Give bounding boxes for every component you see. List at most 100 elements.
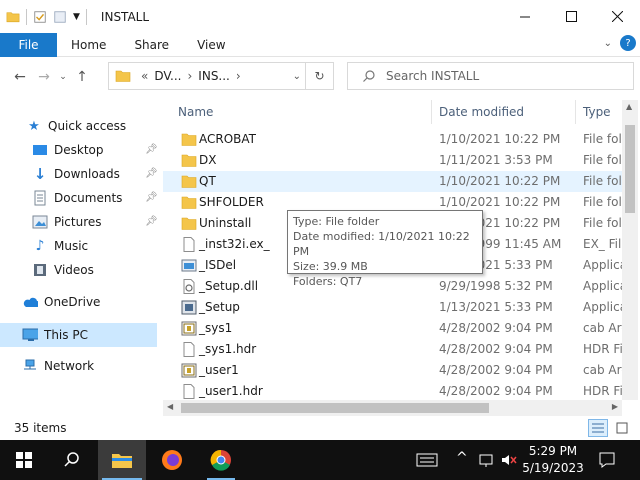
nav-label: Pictures (54, 215, 102, 229)
chrome-icon (210, 449, 231, 471)
ribbon-expand-icon[interactable]: ⌄ (604, 38, 612, 49)
network-tray-icon[interactable] (478, 452, 496, 468)
close-button[interactable] (594, 0, 640, 33)
file-explorer-taskbar-button[interactable] (98, 440, 146, 480)
breadcrumb-1[interactable]: DV... (154, 69, 181, 83)
clock-date: 5/19/2023 (522, 461, 584, 475)
column-header-name[interactable]: Name (178, 100, 213, 124)
volume-muted-icon[interactable] (500, 452, 518, 468)
details-view-icon (592, 423, 604, 433)
nav-item-videos[interactable]: Videos (32, 259, 94, 281)
chrome-taskbar-button[interactable] (197, 440, 245, 480)
tab-home[interactable]: Home (57, 38, 120, 52)
properties-icon[interactable] (33, 10, 47, 24)
vertical-scroll-thumb[interactable] (625, 125, 635, 213)
breadcrumb-2[interactable]: INS... (198, 69, 230, 83)
pin-icon[interactable]: 📌︎ (145, 168, 158, 179)
recent-locations-button[interactable]: ⌄ (56, 65, 70, 89)
cloud-icon (22, 294, 38, 310)
file-date: 1/11/2021 3:53 PM (439, 153, 553, 167)
breadcrumb-separator[interactable]: › (187, 69, 192, 83)
clock-time: 5:29 PM (528, 444, 578, 458)
tooltip-size: Size: 39.9 MB (293, 260, 368, 273)
nav-label: Quick access (48, 119, 127, 133)
details-view-button[interactable] (588, 419, 608, 437)
file-type: File folder (583, 153, 622, 167)
address-row: ← → ⌄ ↑ « DV... › INS... › ⌄ ↻ Search IN… (0, 58, 640, 96)
task-view-icon[interactable] (416, 452, 438, 468)
breadcrumb-separator[interactable]: › (236, 69, 241, 83)
file-date: 1/10/2021 10:22 PM (439, 195, 561, 209)
start-button[interactable] (0, 440, 48, 480)
search-icon (363, 70, 375, 82)
file-row[interactable]: _sys1 4/28/2002 9:04 PM cab Archive (163, 318, 622, 339)
maximize-button[interactable] (548, 0, 594, 33)
refresh-button[interactable]: ↻ (305, 63, 333, 89)
column-divider[interactable] (575, 100, 576, 124)
tab-view[interactable]: View (183, 38, 239, 52)
file-name: _Setup (199, 300, 240, 314)
file-name: Uninstall (199, 216, 252, 230)
nav-item-pictures[interactable]: Pictures (32, 211, 102, 233)
pin-icon[interactable]: 📌︎ (145, 144, 158, 155)
search-box[interactable]: Search INSTALL (347, 62, 634, 90)
new-folder-icon[interactable] (53, 10, 67, 24)
firefox-taskbar-button[interactable] (148, 440, 196, 480)
address-bar[interactable]: « DV... › INS... › ⌄ ↻ (108, 62, 334, 90)
music-note-icon: ♪ (35, 238, 45, 254)
search-taskbar-button[interactable] (48, 440, 96, 480)
pin-icon[interactable]: 📌︎ (145, 192, 158, 203)
horizontal-scroll-thumb[interactable] (181, 403, 489, 413)
file-row[interactable]: _user1.hdr 4/28/2002 9:04 PM HDR File (163, 381, 622, 400)
scroll-right-icon[interactable]: ▶ (612, 402, 618, 411)
nav-item-desktop[interactable]: Desktop (32, 139, 104, 161)
back-button[interactable]: ← (8, 65, 32, 89)
large-icons-view-button[interactable] (612, 419, 632, 437)
nav-item-downloads[interactable]: ↓ Downloads (32, 163, 120, 185)
nav-item-music[interactable]: ♪ Music (32, 235, 89, 257)
up-button[interactable]: ↑ (70, 65, 94, 89)
nav-item-network[interactable]: Network (22, 355, 94, 377)
nav-item-this-pc[interactable]: This PC (22, 324, 88, 346)
firefox-icon (162, 450, 182, 470)
address-overflow[interactable]: « (141, 69, 148, 83)
scroll-up-icon[interactable]: ▲ (626, 102, 632, 111)
item-count: 35 items (14, 421, 67, 435)
column-divider[interactable] (431, 100, 432, 124)
window-title: INSTALL (100, 9, 150, 24)
forward-button[interactable]: → (32, 65, 56, 89)
nav-label: Desktop (54, 143, 104, 157)
file-row[interactable]: _sys1.hdr 4/28/2002 9:04 PM HDR File (163, 339, 622, 360)
nav-item-documents[interactable]: Documents (32, 187, 122, 209)
tab-file[interactable]: File (0, 32, 57, 57)
notification-center-icon[interactable] (598, 451, 616, 469)
pin-icon[interactable]: 📌︎ (145, 216, 158, 227)
help-icon[interactable]: ? (620, 35, 636, 51)
network-icon (22, 358, 38, 374)
nav-label: Downloads (54, 167, 120, 181)
tooltip-type: Type: File folder (293, 215, 380, 228)
vertical-scrollbar[interactable]: ▲ (622, 100, 638, 400)
address-dropdown-icon[interactable]: ⌄ (293, 71, 301, 82)
quick-access-dropdown-icon[interactable]: ▼ (73, 12, 80, 22)
column-header-date[interactable]: Date modified (439, 100, 524, 124)
nav-item-onedrive[interactable]: OneDrive (22, 291, 100, 313)
file-row[interactable]: ACROBAT 1/10/2021 10:22 PM File folder (163, 129, 622, 150)
tray-chevron-up-icon[interactable]: ^ (456, 450, 468, 466)
file-row[interactable]: _user1 4/28/2002 9:04 PM cab Archive (163, 360, 622, 381)
file-date: 4/28/2002 9:04 PM (439, 363, 553, 377)
nav-item-quick-access[interactable]: ★ Quick access (26, 115, 126, 137)
minimize-button[interactable] (502, 0, 548, 33)
folder-icon (115, 70, 131, 82)
tab-share[interactable]: Share (120, 38, 183, 52)
column-header-type[interactable]: Type (583, 100, 611, 124)
file-date: 4/28/2002 9:04 PM (439, 321, 553, 335)
title-bar: ▼ INSTALL (0, 0, 640, 33)
system-clock[interactable]: 5:29 PM 5/19/2023 (520, 443, 586, 477)
scroll-left-icon[interactable]: ◀ (167, 402, 173, 411)
file-row[interactable]: _Setup 1/13/2021 5:33 PM Application (163, 297, 622, 318)
star-icon: ★ (28, 118, 40, 134)
horizontal-scrollbar[interactable]: ◀ ▶ (163, 400, 622, 416)
file-row[interactable]: QT 1/10/2021 10:22 PM File folder (163, 171, 622, 192)
file-row[interactable]: DX 1/11/2021 3:53 PM File folder (163, 150, 622, 171)
